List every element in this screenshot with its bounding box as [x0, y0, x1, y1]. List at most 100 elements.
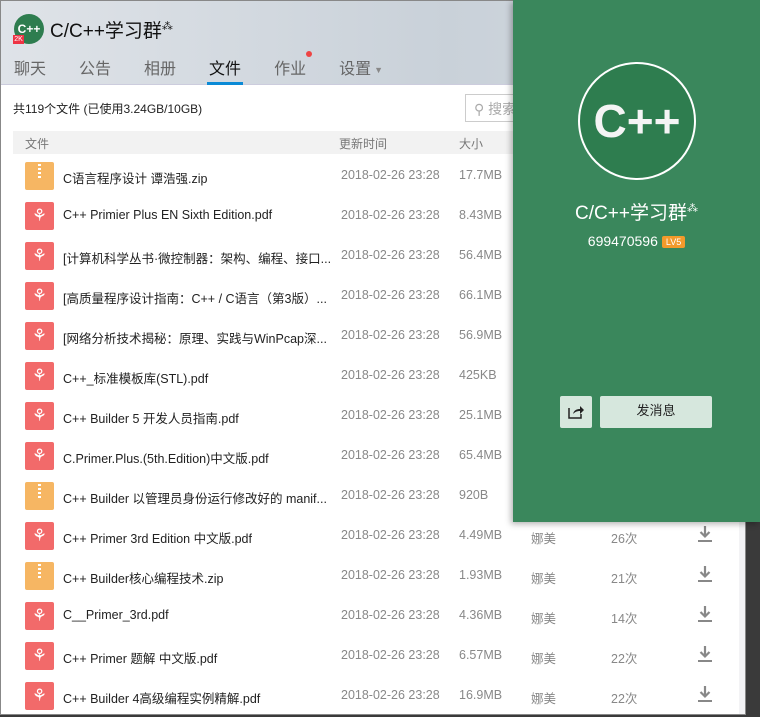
- pdf-file-icon: ⚘: [25, 522, 54, 550]
- file-name[interactable]: [网络分析技术揭秘：原理、实践与WinPcap深...: [63, 328, 327, 347]
- zip-file-icon: [25, 562, 54, 590]
- file-name[interactable]: C++ Primer 题解 中文版.pdf: [63, 648, 217, 667]
- download-icon[interactable]: [697, 524, 713, 544]
- popup-name-text: C/C++学习群: [575, 203, 687, 224]
- file-date: 2018-02-26 23:28: [341, 328, 440, 342]
- popup-name-suffix: ⁂: [686, 202, 698, 215]
- tab-chat[interactable]: 聊天: [14, 55, 46, 85]
- file-size: 8.43MB: [459, 208, 503, 222]
- group-id: 699470596 LV5: [513, 233, 760, 249]
- file-date: 2018-02-26 23:28: [341, 368, 440, 382]
- file-size: 425KB: [459, 368, 497, 382]
- file-date: 2018-02-26 23:28: [341, 688, 440, 702]
- file-name[interactable]: C++ Builder核心编程技术.zip: [63, 568, 223, 587]
- file-size: 66.1MB: [459, 288, 503, 302]
- file-name[interactable]: C++ Primier Plus EN Sixth Edition.pdf: [63, 208, 272, 222]
- file-row[interactable]: ⚘ C++ Builder 4高级编程实例精解.pdf 2018-02-26 2…: [13, 676, 739, 714]
- search-icon: ⚲: [474, 101, 485, 117]
- file-row[interactable]: ⚘ C__Primer_3rd.pdf 2018-02-26 23:28 4.3…: [13, 596, 739, 636]
- file-row[interactable]: ⚘ C++ Primer 题解 中文版.pdf 2018-02-26 23:28…: [13, 636, 739, 676]
- file-size: 56.4MB: [459, 248, 503, 262]
- zip-file-icon: [25, 162, 54, 190]
- file-name[interactable]: C语言程序设计 谭浩强.zip: [63, 168, 207, 187]
- file-name[interactable]: C++ Builder 以管理员身份运行修改好的 manif...: [63, 488, 327, 507]
- tab-files[interactable]: 文件: [207, 55, 244, 85]
- zip-file-icon: [25, 482, 54, 510]
- pdf-file-icon: ⚘: [25, 282, 54, 310]
- file-uploader[interactable]: 娜美: [531, 648, 556, 667]
- file-size: 1.93MB: [459, 568, 503, 582]
- file-name[interactable]: [高质量程序设计指南：C++ / C语言（第3版）...: [63, 288, 327, 307]
- file-size: 920B: [459, 488, 489, 502]
- tab-bar: 聊天 公告 相册 文件 作业 设置 ▼: [14, 51, 416, 85]
- download-icon[interactable]: [697, 644, 713, 664]
- file-uploader[interactable]: 娜美: [531, 568, 556, 587]
- column-name[interactable]: 文件: [25, 135, 49, 152]
- file-date: 2018-02-26 23:28: [341, 608, 440, 622]
- group-id-text: 699470596: [587, 233, 658, 249]
- pdf-file-icon: ⚘: [25, 682, 54, 710]
- file-date: 2018-02-26 23:28: [341, 248, 440, 262]
- file-size: 6.57MB: [459, 648, 503, 662]
- file-name[interactable]: C++ Primer 3rd Edition 中文版.pdf: [63, 528, 252, 547]
- download-count: 26次: [611, 532, 638, 546]
- download-count: 22次: [611, 692, 638, 706]
- group-title[interactable]: C/C++学习群⁂: [50, 16, 173, 43]
- tab-announcement[interactable]: 公告: [79, 55, 111, 85]
- file-size: 65.4MB: [459, 448, 503, 462]
- download-icon[interactable]: [697, 604, 713, 624]
- pdf-file-icon: ⚘: [25, 602, 54, 630]
- download-icon[interactable]: [697, 684, 713, 704]
- file-name[interactable]: C++ Builder 4高级编程实例精解.pdf: [63, 688, 260, 707]
- file-name[interactable]: C++_标准模板库(STL).pdf: [63, 368, 208, 387]
- file-date: 2018-02-26 23:28: [341, 208, 440, 222]
- download-icon[interactable]: [697, 564, 713, 584]
- file-size: 56.9MB: [459, 328, 503, 342]
- pdf-file-icon: ⚘: [25, 202, 54, 230]
- share-icon: [568, 406, 584, 419]
- group-profile-popup: C++ C/C++学习群⁂ 699470596 LV5 发消息: [513, 0, 760, 522]
- tab-album[interactable]: 相册: [144, 55, 176, 85]
- pdf-file-icon: ⚘: [25, 242, 54, 270]
- tab-settings-label: 设置: [339, 61, 372, 78]
- column-date[interactable]: 更新时间: [339, 135, 387, 152]
- file-row[interactable]: ⚘ C++ Primer 3rd Edition 中文版.pdf 2018-02…: [13, 516, 739, 556]
- group-size-badge: 2K: [13, 35, 24, 44]
- file-size: 16.9MB: [459, 688, 503, 702]
- file-date: 2018-02-26 23:28: [341, 168, 440, 182]
- pdf-file-icon: ⚘: [25, 402, 54, 430]
- pdf-file-icon: ⚘: [25, 642, 54, 670]
- file-name[interactable]: C++ Builder 5 开发人员指南.pdf: [63, 408, 239, 427]
- file-date: 2018-02-26 23:28: [341, 448, 440, 462]
- file-date: 2018-02-26 23:28: [341, 288, 440, 302]
- share-button[interactable]: [560, 396, 592, 428]
- file-name[interactable]: C.Primer.Plus.(5th.Edition)中文版.pdf: [63, 448, 269, 467]
- file-uploader[interactable]: 娜美: [531, 688, 556, 707]
- file-size: 17.7MB: [459, 168, 503, 182]
- caret-down-icon: ▼: [374, 64, 384, 75]
- group-avatar: C++: [578, 62, 696, 180]
- file-row[interactable]: C++ Builder核心编程技术.zip 2018-02-26 23:28 1…: [13, 556, 739, 596]
- file-name[interactable]: C__Primer_3rd.pdf: [63, 608, 169, 622]
- tab-homework-label: 作业: [274, 61, 307, 78]
- download-count: 14次: [611, 612, 638, 626]
- file-uploader[interactable]: 娜美: [531, 528, 556, 547]
- file-date: 2018-02-26 23:28: [341, 488, 440, 502]
- pdf-file-icon: ⚘: [25, 362, 54, 390]
- file-uploader[interactable]: 娜美: [531, 608, 556, 627]
- column-size[interactable]: 大小: [459, 135, 483, 152]
- file-date: 2018-02-26 23:28: [341, 648, 440, 662]
- send-message-button[interactable]: 发消息: [600, 396, 712, 428]
- download-count: 22次: [611, 652, 638, 666]
- file-date: 2018-02-26 23:28: [341, 408, 440, 422]
- popup-group-name: C/C++学习群⁂: [513, 198, 760, 225]
- file-name[interactable]: [计算机科学丛书·微控制器：架构、编程、接口...: [63, 248, 331, 267]
- file-size: 4.49MB: [459, 528, 503, 542]
- file-summary: 共119个文件 (已使用3.24GB/10GB): [13, 102, 203, 116]
- level-badge: LV5: [661, 236, 686, 249]
- group-title-text: C/C++学习群: [50, 21, 162, 42]
- tab-settings[interactable]: 设置 ▼: [339, 55, 383, 85]
- tab-homework[interactable]: 作业: [274, 51, 313, 85]
- file-date: 2018-02-26 23:28: [341, 528, 440, 542]
- download-count: 21次: [611, 572, 638, 586]
